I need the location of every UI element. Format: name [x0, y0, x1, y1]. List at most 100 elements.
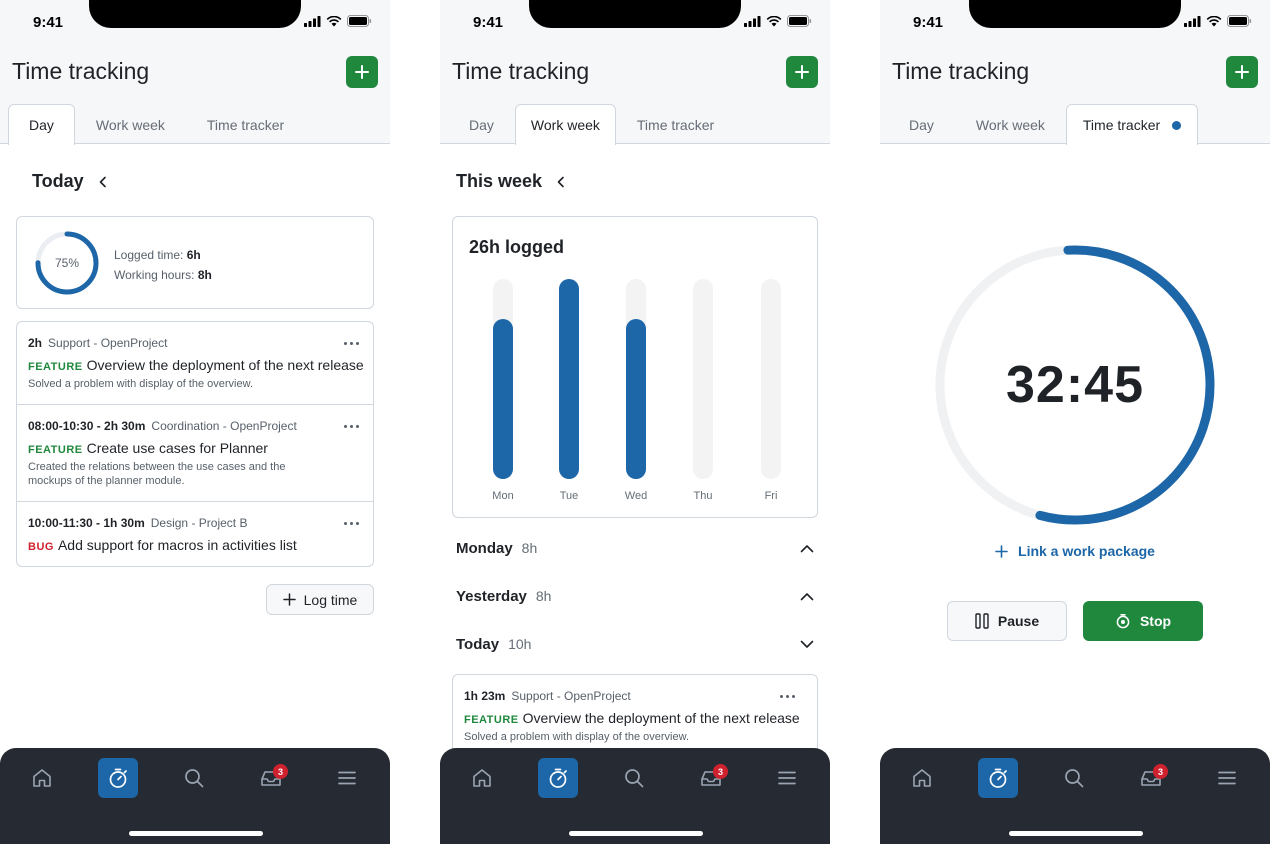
week-heading-label: This week [456, 171, 543, 191]
more-icon[interactable] [344, 342, 359, 345]
signal-icon [1184, 15, 1201, 27]
tab-work-week[interactable]: Work week [75, 104, 186, 144]
notification-badge: 3 [273, 764, 288, 779]
time-entries-list: 2h Support - OpenProject FEATURE Overview … [16, 321, 374, 567]
more-icon[interactable] [344, 522, 359, 525]
tab-work-week[interactable]: Work week [514, 104, 616, 145]
stopwatch-icon [109, 768, 127, 788]
nav-home[interactable] [902, 758, 942, 798]
logged-time-label: Logged time: [114, 248, 184, 262]
tab-day[interactable]: Day [448, 104, 515, 144]
wifi-icon [766, 15, 782, 26]
running-indicator-dot [1172, 120, 1182, 130]
more-icon[interactable] [780, 695, 795, 698]
timer-display: 32:45 [1006, 356, 1144, 414]
battery-icon [787, 15, 812, 27]
nav-time-tracking[interactable] [98, 758, 138, 798]
entry-description: Created the relations between the use ca… [28, 461, 286, 487]
device-notch [529, 0, 741, 28]
entry-duration: 10:00-11:30 - 1h 30m [28, 516, 145, 530]
nav-search[interactable] [1054, 758, 1094, 798]
bar-wed[interactable] [626, 319, 646, 479]
stopwatch-icon [989, 768, 1007, 788]
tab-work-week[interactable]: Work week [955, 104, 1066, 144]
day-group-name: Yesterday [456, 587, 527, 605]
wifi-icon [1206, 15, 1222, 26]
chevron-left-icon[interactable] [98, 176, 108, 188]
tab-day[interactable]: Day [888, 104, 955, 144]
day-summary-card: 75% Logged time: 6h Working hours: 8h [16, 216, 374, 309]
type-badge: FEATURE [28, 444, 83, 456]
day-group-yesterday[interactable]: Yesterday 8h [456, 584, 814, 608]
link-work-package-button[interactable]: Link a work package [880, 543, 1270, 559]
entry-description: Solved a problem with display of the ove… [464, 731, 690, 743]
nav-inbox[interactable]: 3 [691, 758, 731, 798]
nav-menu[interactable] [327, 758, 367, 798]
list-item[interactable]: 1h 23m Support - OpenProject FEATURE Overv… [453, 689, 809, 744]
stop-button[interactable]: Stop [1083, 601, 1203, 641]
more-icon[interactable] [344, 425, 359, 428]
tick-label-tue: Tue [560, 490, 579, 502]
battery-icon [347, 15, 372, 27]
tab-day[interactable]: Day [8, 104, 75, 145]
stopwatch-icon [549, 768, 567, 788]
header: 9:41 Time tracking Day Work week Time tr… [0, 0, 390, 145]
pause-icon [975, 613, 989, 629]
day-group-monday[interactable]: Monday 8h [456, 536, 814, 560]
header: 9:41 Time tracking Day Work week Time tr… [880, 0, 1270, 145]
day-group-today[interactable]: Today 10h [456, 632, 814, 656]
entry-duration: 2h [28, 336, 43, 350]
device-notch [89, 0, 301, 28]
day-group-hours: 8h [521, 540, 538, 556]
plus-icon [282, 593, 296, 606]
log-time-button[interactable]: Log time [266, 584, 374, 615]
list-item[interactable]: 08:00-10:30 - 2h 30m Coordination - OpenP… [17, 419, 373, 488]
menu-icon [1218, 771, 1236, 785]
chevron-down-icon[interactable] [800, 640, 814, 649]
date-heading-label: Today [32, 171, 84, 191]
chevron-up-icon[interactable] [800, 544, 814, 553]
list-item[interactable]: 2h Support - OpenProject FEATURE Overview … [17, 336, 373, 391]
page-title: Time tracking [892, 58, 1030, 84]
nav-search[interactable] [614, 758, 654, 798]
entry-duration: 1h 23m [464, 689, 506, 703]
nav-home[interactable] [22, 758, 62, 798]
plus-icon [995, 544, 1008, 558]
nav-home[interactable] [462, 758, 502, 798]
day-group-name: Monday [456, 539, 513, 557]
list-item[interactable]: 10:00-11:30 - 1h 30m Design - Project B B… [17, 516, 373, 553]
stopwatch-icon [1116, 614, 1130, 629]
add-button[interactable] [1226, 56, 1258, 88]
nav-time-tracking[interactable] [978, 758, 1018, 798]
nav-inbox[interactable]: 3 [251, 758, 291, 798]
tab-time-tracker[interactable]: Time tracker [186, 104, 305, 144]
tab-time-tracker[interactable]: Time tracker [1065, 104, 1199, 145]
status-time: 9:41 [913, 14, 944, 31]
chevron-left-icon[interactable] [556, 176, 566, 188]
nav-menu[interactable] [767, 758, 807, 798]
tick-label-mon: Mon [492, 490, 513, 502]
chevron-up-icon[interactable] [800, 592, 814, 601]
nav-time-tracking[interactable] [538, 758, 578, 798]
entry-duration: 08:00-10:30 - 2h 30m [28, 419, 146, 433]
bar-tue[interactable] [559, 279, 579, 479]
nav-inbox[interactable]: 3 [1131, 758, 1171, 798]
tab-bar: Day Work week Time tracker [448, 104, 735, 145]
plus-icon [1235, 65, 1249, 79]
nav-search[interactable] [174, 758, 214, 798]
signal-icon [744, 15, 761, 27]
add-button[interactable] [786, 56, 818, 88]
status-icons [1184, 15, 1252, 27]
tab-time-tracker[interactable]: Time tracker [616, 104, 735, 144]
pause-button[interactable]: Pause [947, 601, 1067, 641]
tick-label-fri: Fri [765, 490, 778, 502]
working-hours-label: Working hours: [114, 268, 195, 282]
add-button[interactable] [346, 56, 378, 88]
notification-badge: 3 [713, 764, 728, 779]
home-icon [33, 769, 51, 787]
nav-menu[interactable] [1207, 758, 1247, 798]
bar-mon[interactable] [493, 319, 513, 479]
week-heading: This week [456, 171, 566, 192]
day-group-hours: 10h [508, 636, 532, 652]
log-time-label: Log time [303, 591, 358, 608]
